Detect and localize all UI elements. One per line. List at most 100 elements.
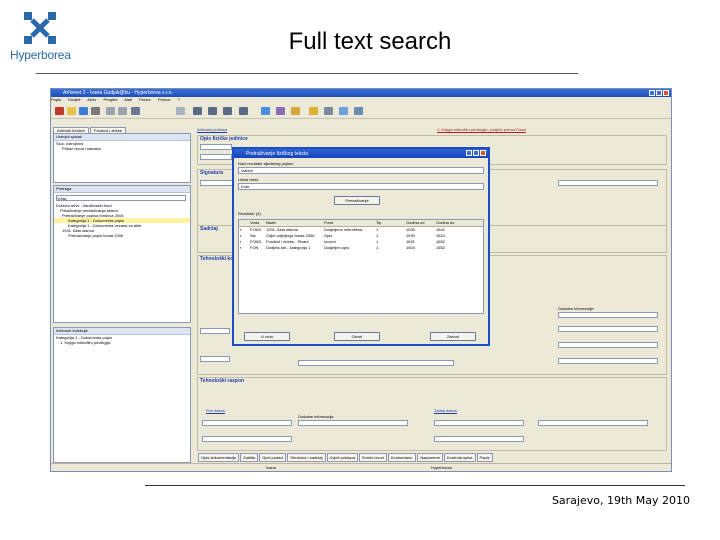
row-icon: ▪ [240,245,242,250]
arrow-down-icon[interactable] [208,107,217,115]
folder-icon[interactable] [67,107,76,115]
tech-field-4[interactable] [558,358,658,364]
open-button[interactable]: Otvori [334,332,380,341]
menu-item-dodjeli[interactable]: Dodjeli [68,97,80,102]
ok-button[interactable]: U redu [244,332,290,341]
collections-pane-header: Arhivske kolekcije [54,328,190,335]
range-field-5[interactable] [202,436,292,442]
column-header[interactable]: Vrsta [249,220,265,226]
structure-pane-header: Ustrojni spisak [54,134,190,141]
range-field-1[interactable] [202,420,292,426]
tab-bottom[interactable]: Zaštita [240,453,259,462]
unit-header-link[interactable]: 1. Knjiga mikrofilm privilegija, podjela… [437,127,526,132]
tech-left-field-2[interactable] [200,356,230,362]
table-cell: 1 [376,245,379,250]
grid-icon[interactable] [118,107,127,115]
unit-type-field[interactable] [200,144,232,150]
search-text-input[interactable]: Kobr [238,183,484,190]
close-dialog-button[interactable]: Zatvori [430,332,476,341]
find-label: Naći rezultate sljedećeg pojma: [238,161,294,166]
menu-item-popis[interactable]: Popis [51,97,61,102]
save-icon[interactable] [79,107,88,115]
footer-divider [145,485,685,486]
search-button[interactable]: Pretraživanje [334,196,380,205]
scan-icon[interactable] [354,107,363,115]
tab-bottom[interactable]: Opis dokumentacije [198,453,240,462]
last-date-link[interactable]: Zadnji datum [434,408,457,413]
table-cell: 1604 [406,245,415,250]
maximize-button[interactable] [656,90,662,96]
tab-bottom[interactable]: Popis [476,453,493,462]
menu-item-pomoc[interactable]: Pomoć [158,97,170,102]
range-field-4[interactable] [538,420,648,426]
column-header[interactable] [239,220,249,226]
range-field-3[interactable] [434,420,524,426]
dialog-minimize-button[interactable] [466,150,472,156]
link-icon[interactable] [276,107,285,115]
search-pane: Pretraga Vrsta Državni arhiv - Istraživa… [53,185,191,323]
column-header[interactable]: Godina od [405,220,435,226]
tab-bottom[interactable]: Srodni izvori [358,453,387,462]
tech-center-field[interactable] [298,360,454,366]
close-button[interactable] [663,90,669,96]
tab-bottom[interactable]: Konkordanc. [387,453,417,462]
unit-number-field[interactable] [200,154,232,160]
image-icon[interactable] [339,107,348,115]
additional-info-field[interactable] [558,312,658,318]
tab-bottom[interactable]: Uvjeti pristupa [326,453,358,462]
scope-select[interactable]: Izaberi [238,167,484,174]
tech-field-3[interactable] [558,342,658,348]
results-count: Rezultati: (4) [238,211,261,216]
copy-icon[interactable] [261,107,270,115]
cut-icon[interactable] [176,107,185,115]
full-text-search-dialog: Pretraživanje fizičkog teksta Naći rezul… [232,147,490,346]
list-icon[interactable] [106,107,115,115]
menu-item-alati[interactable]: Alati [124,97,132,102]
chevron-down-icon[interactable] [223,107,232,115]
list-item[interactable]: 1. Knjiga mikrofilm privilegija [54,340,190,345]
logo-mark-icon [24,12,56,44]
tech-field-2[interactable] [558,326,658,332]
status-app: Hyperborea [431,465,452,470]
menu-bar: Popis Dodjeli Arhiv Pregled Alati Prozor… [51,97,671,103]
app-title-text: Arhivnet 2 - Ivana Gudjak@bu - Hyperbore… [63,90,173,96]
minimize-button[interactable] [649,90,655,96]
tab-bottom[interactable]: Opći podaci [259,453,287,462]
column-header[interactable]: Naziv [265,220,323,226]
bottom-tabstrip: Opis dokumentacije Zaštita Opći podaci S… [198,453,668,462]
dialog-close-icon[interactable] [480,150,486,156]
signature-field[interactable] [200,180,234,186]
app-titlebar: Arhivnet 2 - Ivana Gudjak@bu - Hyperbore… [51,89,671,97]
print-icon[interactable] [91,107,100,115]
tech-left-field[interactable] [200,328,230,334]
tree-icon[interactable] [324,107,333,115]
tree-item[interactable]: Pretraživanje popis fonda 2006 [54,233,190,238]
type-select[interactable]: Vrsta [56,195,186,201]
download-icon[interactable] [239,107,248,115]
column-header[interactable]: Fond [323,220,375,226]
import-icon[interactable] [131,107,140,115]
menu-item-help[interactable]: ? [178,97,180,102]
dialog-maximize-button[interactable] [473,150,479,156]
range-field-2[interactable] [298,420,408,426]
menu-item-arhiv[interactable]: Arhiv [87,97,96,102]
signature-controls[interactable] [558,180,658,186]
column-header[interactable]: Tip [375,220,405,226]
table-row[interactable]: ▪ FON Dodjela akt - kategorija 1 Dodjelj… [239,245,483,251]
slide-title: Full text search [288,28,452,55]
key-icon[interactable] [309,107,318,115]
tab-bottom[interactable]: Napomene [417,453,443,462]
menu-item-prozor[interactable]: Prozor [139,97,151,102]
tab-bottom[interactable]: Kontrola opisa [443,453,476,462]
arrow-up-icon[interactable] [193,107,202,115]
first-date-link[interactable]: Prvi datum [206,408,225,413]
record-icon[interactable] [55,107,64,115]
document-icon[interactable] [291,107,300,115]
column-header[interactable]: Godina do [435,220,465,226]
slide-footer: Sarajevo, 19th May 2010 [551,494,690,507]
unit-header-label[interactable]: Arhivska jedinica [197,127,227,132]
range-field-6[interactable] [434,436,524,442]
menu-item-pregled[interactable]: Pregled [104,97,118,102]
tab-bottom[interactable]: Struktura i sadržaj [287,453,326,462]
list-item[interactable]: Prikaz nivoa i stavaka [54,146,190,151]
